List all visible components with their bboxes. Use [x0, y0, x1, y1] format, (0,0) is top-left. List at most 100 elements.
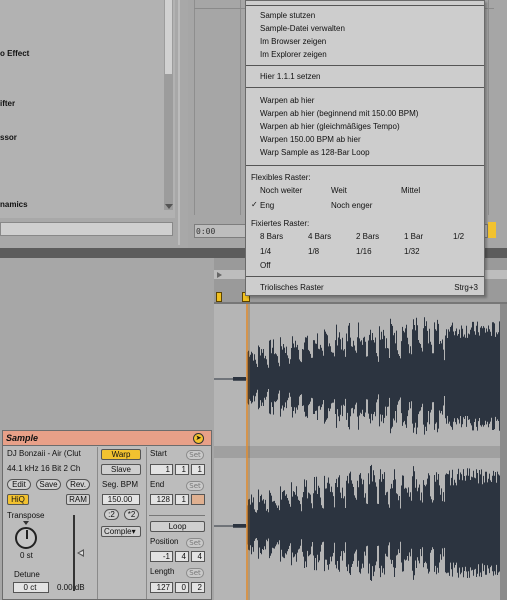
- browser-item[interactable]: o Effect: [0, 49, 29, 58]
- length-beats-field[interactable]: 0: [175, 582, 189, 593]
- panel-divider[interactable]: [178, 0, 180, 245]
- browser-list: o Effect ifter ssor namics: [0, 0, 175, 218]
- sample-box: Sample ➤ DJ Bonzaii - Air (Clut 44.1 kHz…: [2, 430, 212, 600]
- menu-item-warp-straight[interactable]: Warpen ab hier (gleichmäßiges Tempo): [260, 122, 400, 131]
- menu-separator: [246, 5, 484, 6]
- end-set-button[interactable]: Set: [186, 481, 204, 491]
- knob-marker-icon: [23, 521, 29, 525]
- checkmark-icon: ✓: [251, 200, 258, 209]
- waveform-channel: [214, 464, 500, 581]
- start-beats-field[interactable]: 1: [175, 464, 189, 475]
- start-set-button[interactable]: Set: [186, 450, 204, 460]
- grid-option-2-bars[interactable]: 2 Bars: [356, 232, 379, 241]
- warp-mode-select[interactable]: Comple▾: [101, 526, 141, 537]
- hiq-button[interactable]: HiQ: [7, 494, 29, 505]
- sample-expand-arrow-icon[interactable]: ➤: [193, 433, 204, 444]
- sample-file-info: 44.1 kHz 16 Bit 2 Ch: [7, 464, 81, 473]
- grid-line: [194, 0, 195, 215]
- position-set-button[interactable]: Set: [186, 538, 204, 548]
- end-sixteenths-field[interactable]: [191, 494, 205, 505]
- detune-field[interactable]: 0 ct: [13, 582, 49, 593]
- grid-option-1-16[interactable]: 1/16: [356, 247, 372, 256]
- clip-area-background: [0, 258, 214, 430]
- menu-item-triplet-grid[interactable]: Triolisches Raster: [260, 283, 324, 292]
- grid-option-1-32[interactable]: 1/32: [404, 247, 420, 256]
- save-button[interactable]: Save: [36, 479, 61, 490]
- grid-option-widest[interactable]: Noch weiter: [260, 186, 302, 195]
- browser-horizontal-scrollbar[interactable]: [0, 222, 173, 236]
- start-sixteenths-field[interactable]: 1: [191, 464, 205, 475]
- transpose-knob[interactable]: [15, 527, 37, 549]
- column-divider: [97, 447, 98, 599]
- position-sixteenths-field[interactable]: 4: [191, 551, 205, 562]
- browser-item[interactable]: ssor: [0, 133, 17, 142]
- position-bars-field[interactable]: -1: [150, 551, 173, 562]
- warp-button[interactable]: Warp: [101, 449, 141, 460]
- position-label: Position: [150, 537, 179, 546]
- play-arrow-icon[interactable]: [217, 272, 222, 278]
- volume-fader-track[interactable]: [73, 515, 75, 591]
- context-menu: Sample stutzen Sample-Datei verwalten Im…: [245, 0, 485, 296]
- start-label: Start: [150, 449, 167, 458]
- loop-brace[interactable]: [488, 222, 496, 238]
- scroll-down-arrow-icon[interactable]: [165, 204, 173, 209]
- length-bars-field[interactable]: 127: [150, 582, 173, 593]
- time-ruler-label: 0:00: [196, 227, 216, 236]
- slave-button[interactable]: Slave: [101, 464, 141, 475]
- menu-item-set-111-here[interactable]: Hier 1.1.1 setzen: [260, 72, 320, 81]
- grid-option-4-bars[interactable]: 4 Bars: [308, 232, 331, 241]
- menu-item-warp-from-here-bpm[interactable]: Warpen ab hier (beginnend mit 150.00 BPM…: [260, 109, 418, 118]
- marker-divider: [149, 515, 205, 516]
- grid-option-off[interactable]: Off: [260, 261, 271, 270]
- browser-scroll-thumb[interactable]: [165, 0, 172, 74]
- detune-label: Detune: [14, 570, 40, 579]
- flexible-grid-heading: Flexibles Raster:: [251, 173, 311, 182]
- sample-file-name: DJ Bonzaii - Air (Clut: [7, 449, 81, 458]
- menu-item-show-in-browser[interactable]: Im Browser zeigen: [260, 37, 326, 46]
- menu-item-warp-from-here[interactable]: Warpen ab hier: [260, 96, 314, 105]
- waveform-display[interactable]: [214, 304, 507, 600]
- menu-item-show-in-explorer[interactable]: Im Explorer zeigen: [260, 50, 327, 59]
- volume-handle-fill: [79, 551, 83, 555]
- length-sixteenths-field[interactable]: 2: [191, 582, 205, 593]
- halve-tempo-button[interactable]: :2: [104, 509, 119, 520]
- reverse-button[interactable]: Rev.: [66, 479, 90, 490]
- start-bars-field[interactable]: 1: [150, 464, 173, 475]
- double-tempo-button[interactable]: *2: [124, 509, 139, 520]
- browser-item[interactable]: ifter: [0, 99, 15, 108]
- waveform-scrollbar[interactable]: [500, 304, 507, 600]
- transpose-label: Transpose: [7, 511, 45, 520]
- ram-button[interactable]: RAM: [66, 494, 90, 505]
- browser-item[interactable]: namics: [0, 200, 28, 209]
- sample-header: Sample ➤: [3, 431, 211, 446]
- grid-option-1-bar[interactable]: 1 Bar: [404, 232, 423, 241]
- edit-button[interactable]: Edit: [7, 479, 31, 490]
- grid-option-wide[interactable]: Weit: [331, 186, 347, 195]
- grid-line: [240, 0, 241, 215]
- menu-separator: [246, 65, 484, 66]
- column-divider: [146, 447, 147, 599]
- loop-button[interactable]: Loop: [150, 521, 205, 532]
- grid-option-1-2[interactable]: 1/2: [453, 232, 464, 241]
- volume-value: 0.00 dB: [57, 583, 85, 592]
- menu-item-warp-128-bar-loop[interactable]: Warp Sample as 128-Bar Loop: [260, 148, 370, 157]
- position-beats-field[interactable]: 4: [175, 551, 189, 562]
- grid-option-1-4[interactable]: 1/4: [260, 247, 271, 256]
- end-label: End: [150, 480, 165, 489]
- seg-bpm-field[interactable]: 150.00: [102, 494, 140, 505]
- menu-item-crop-sample[interactable]: Sample stutzen: [260, 11, 315, 20]
- knob-pointer: [26, 530, 28, 539]
- transpose-value: 0 st: [20, 551, 33, 560]
- start-marker[interactable]: [216, 292, 222, 302]
- end-bars-field[interactable]: 128: [150, 494, 173, 505]
- grid-option-1-8[interactable]: 1/8: [308, 247, 319, 256]
- menu-item-manage-sample-file[interactable]: Sample-Datei verwalten: [260, 24, 345, 33]
- end-beats-field[interactable]: 1: [175, 494, 189, 505]
- grid-option-8-bars[interactable]: 8 Bars: [260, 232, 283, 241]
- channel-divider: [214, 446, 507, 458]
- grid-option-narrow[interactable]: Eng: [260, 201, 274, 210]
- grid-option-narrowest[interactable]: Noch enger: [331, 201, 372, 210]
- grid-option-medium[interactable]: Mittel: [401, 186, 420, 195]
- menu-item-warp-150-bpm[interactable]: Warpen 150.00 BPM ab hier: [260, 135, 361, 144]
- length-set-button[interactable]: Set: [186, 568, 204, 578]
